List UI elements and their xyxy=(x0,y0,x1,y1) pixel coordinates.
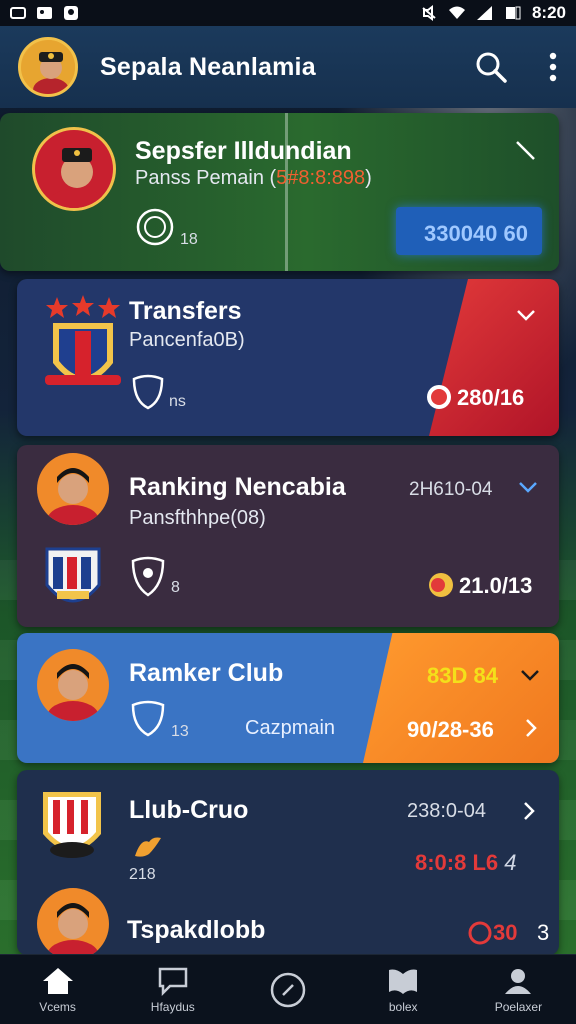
card-score: 90/28-36 xyxy=(407,717,494,742)
player-avatar xyxy=(37,453,109,525)
shield-icon xyxy=(131,556,165,597)
player-meta: 18 xyxy=(180,231,198,248)
nav-item-chat[interactable]: Hfaydus xyxy=(115,955,230,1024)
player-face-icon xyxy=(47,148,107,208)
transfers-card[interactable]: Transfers Pancenfa0B) ns 280/16 xyxy=(17,279,559,436)
card-highlight: 83D 84 xyxy=(427,663,498,688)
flame-icon xyxy=(135,837,161,857)
collapse-icon[interactable] xyxy=(514,139,538,163)
more-options-icon[interactable] xyxy=(548,52,558,82)
bottom-navigation: Vcems Hfaydus bolex Poelaxer xyxy=(0,954,576,1024)
club-crest-icon xyxy=(45,547,101,603)
club-crest-icon xyxy=(43,792,101,858)
nav-label: Hfaydus xyxy=(150,999,195,1014)
status-time: 8:20 xyxy=(531,3,566,22)
card-meta: 218 xyxy=(129,866,156,883)
profile-avatar[interactable] xyxy=(18,37,78,97)
club-name: Cazpmain xyxy=(245,717,336,739)
player-avatar xyxy=(37,888,109,955)
card-subtitle: Pansfthhpe(08) xyxy=(129,507,266,529)
club-list-card[interactable]: Llub-Cruo 238:0-04 218 8:0:8 L6 4 Tspakd… xyxy=(17,770,559,955)
card-score: 21.0/13 xyxy=(459,573,533,598)
nav-item-explore[interactable] xyxy=(230,955,345,1024)
card-title-secondary: Tspakdlobb xyxy=(127,916,266,944)
shield-icon xyxy=(131,700,165,737)
wifi-icon xyxy=(448,6,465,19)
gallery-icon xyxy=(37,7,52,19)
player-subtitle: Panss Pemain (5#8:8:898) xyxy=(135,167,372,189)
card-title: Ramker Club xyxy=(129,659,284,687)
card-title: Ranking Nencabia xyxy=(129,473,346,501)
location-icon xyxy=(64,6,78,20)
player-avatar-icon xyxy=(21,40,75,94)
profile-icon xyxy=(505,968,532,994)
player-face-icon xyxy=(47,468,99,525)
nav-label: Vcems xyxy=(39,999,76,1014)
player-avatar xyxy=(32,127,116,211)
club-badge-icon xyxy=(136,208,174,246)
chat-icon xyxy=(158,967,188,996)
player-card-featured[interactable]: Sepsfer Illdundian Panss Pemain (5#8:8:8… xyxy=(0,113,559,271)
player-face-icon xyxy=(47,664,99,721)
card-title: Transfers xyxy=(129,297,242,325)
nav-item-library[interactable]: bolex xyxy=(346,955,461,1024)
notification-icon xyxy=(10,7,26,19)
shield-icon xyxy=(132,374,164,410)
book-icon xyxy=(389,969,418,994)
card-subtitle: Pancenfa0B) xyxy=(129,329,245,351)
chevron-right-icon[interactable] xyxy=(521,800,537,822)
status-bar: 8:20 xyxy=(0,0,576,26)
card-meta: ns xyxy=(169,393,186,410)
player-score: 330040 60 xyxy=(424,221,528,246)
player-avatar xyxy=(37,649,109,721)
app-title: Sepala Neanlamia xyxy=(100,52,316,81)
club-crest-icon xyxy=(45,295,121,385)
ball-icon xyxy=(429,573,453,597)
club-card[interactable]: Ramker Club 83D 84 13 Cazpmain 90/28-36 xyxy=(17,633,559,763)
chevron-down-icon[interactable] xyxy=(519,667,541,683)
card-title: Llub-Cruo xyxy=(129,796,249,824)
accent-stripe xyxy=(363,633,559,763)
nav-label: bolex xyxy=(388,999,418,1014)
home-icon xyxy=(42,967,73,994)
card-date: 2H610-04 xyxy=(409,479,493,500)
card-score-suffix: 3 xyxy=(537,920,550,945)
record-icon xyxy=(468,921,492,945)
mute-icon xyxy=(422,5,436,21)
chevron-right-icon[interactable] xyxy=(523,717,539,739)
player-name: Sepsfer Illdundian xyxy=(135,137,352,165)
card-score-secondary: 30 xyxy=(493,920,518,945)
search-icon[interactable] xyxy=(474,50,508,84)
chevron-down-icon[interactable] xyxy=(515,307,537,323)
card-meta: 13 xyxy=(171,723,189,740)
compass-icon xyxy=(270,972,306,1007)
card-meta: 8 xyxy=(171,579,180,596)
nav-item-home[interactable]: Vcems xyxy=(0,955,115,1024)
nav-label: Poelaxer xyxy=(494,999,543,1014)
accent-stripe xyxy=(429,279,559,436)
chevron-down-icon[interactable] xyxy=(517,479,539,495)
signal-icon xyxy=(476,6,492,20)
battery-icon xyxy=(505,6,521,20)
player-face-icon xyxy=(47,903,99,955)
card-date: 238:0-04 xyxy=(407,800,486,822)
app-bar: Sepala Neanlamia xyxy=(0,26,576,108)
card-score: 8:0:8 L6 4 xyxy=(415,850,517,875)
ball-icon xyxy=(427,385,451,409)
card-score: 280/16 xyxy=(457,385,525,410)
nav-item-profile[interactable]: Poelaxer xyxy=(461,955,576,1024)
ranking-card[interactable]: Ranking Nencabia 2H610-04 Pansfthhpe(08)… xyxy=(17,445,559,627)
